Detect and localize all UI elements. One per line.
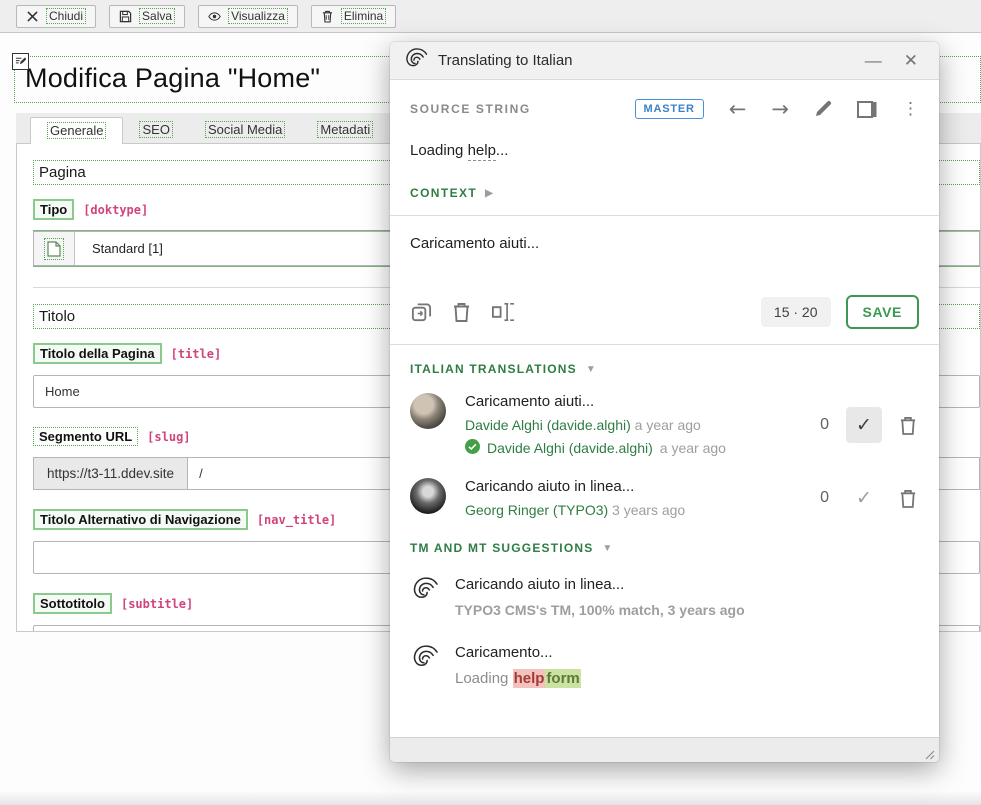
field-code-doktype: [doktype] <box>83 203 148 217</box>
save-translation-button[interactable]: SAVE <box>846 295 920 329</box>
crowdin-logo-icon <box>405 48 428 73</box>
field-code-slug: [slug] <box>147 430 190 444</box>
italian-translations-header[interactable]: ITALIAN TRANSLATIONS ▼ <box>410 362 919 376</box>
modal-header[interactable]: Translating to Italian — ✕ <box>390 42 939 80</box>
close-modal-icon[interactable]: ✕ <box>898 52 924 69</box>
field-label-nav-title: Titolo Alternativo di Navigazione <box>33 509 248 530</box>
field-label-slug: Segmento URL <box>33 427 138 446</box>
translation-text: Caricamento aiuti... <box>465 393 820 410</box>
suggestion-text: Caricamento... <box>455 644 581 661</box>
minimize-icon[interactable]: — <box>859 52 888 69</box>
diff-removed-text: help <box>513 669 546 688</box>
field-label-title: Titolo della Pagina <box>33 343 162 364</box>
source-string-text: Loading help... <box>410 142 919 159</box>
close-button[interactable]: Chiudi <box>16 5 96 28</box>
trash-icon <box>321 10 334 23</box>
translation-author[interactable]: Davide Alghi (davide.alghi) <box>465 417 631 433</box>
next-string-icon[interactable]: → <box>771 97 789 121</box>
delete-button[interactable]: Elimina <box>311 5 396 28</box>
docheader-toolbar: Chiudi Salva Visualizza Elimina <box>0 0 981 33</box>
suggestion-meta: TYPO3 CMS's TM, 100% match, 3 years ago <box>455 602 745 618</box>
tab-social-media[interactable]: Social Media <box>189 117 301 143</box>
avatar <box>410 478 446 514</box>
in-context-edit-icon[interactable] <box>12 53 29 70</box>
close-icon <box>26 10 39 23</box>
field-code-nav-title: [nav_title] <box>257 513 336 527</box>
tab-metadati[interactable]: Metadati <box>301 117 389 143</box>
approver-name[interactable]: Davide Alghi (davide.alghi) <box>487 440 653 456</box>
approved-check-circle-icon <box>465 439 480 457</box>
text-selection-icon[interactable] <box>490 301 515 323</box>
translation-author[interactable]: Georg Ringer (TYPO3) <box>465 502 608 518</box>
doktype-selected-value: Standard [1] <box>75 232 163 265</box>
suggestion-source-diff: Loading helpform <box>455 670 581 687</box>
translation-entry: Caricamento aiuti... Davide Alghi (david… <box>410 393 919 457</box>
delete-translation-icon[interactable] <box>899 488 917 509</box>
source-string-label: SOURCE STRING <box>410 102 531 116</box>
translation-text: Caricando aiuto in linea... <box>465 478 820 495</box>
crowdin-tm-icon <box>410 644 440 687</box>
char-counter: 15 · 20 <box>761 297 831 327</box>
edit-pencil-icon[interactable] <box>814 100 832 118</box>
clear-translation-icon[interactable] <box>452 301 471 323</box>
field-label-tipo: Tipo <box>33 199 74 220</box>
field-label-subtitle: Sottotitolo <box>33 593 112 614</box>
page-document-icon <box>44 238 64 260</box>
page-title-text: Modifica Pagina "Home" <box>25 63 320 93</box>
master-branch-badge[interactable]: MASTER <box>635 99 704 119</box>
glossary-term[interactable]: help <box>468 142 496 161</box>
tm-suggestion[interactable]: Caricamento... Loading helpform <box>410 644 919 687</box>
translation-time: 3 years ago <box>608 502 685 518</box>
tm-suggestion[interactable]: Caricando aiuto in linea... TYPO3 CMS's … <box>410 576 919 618</box>
modal-body: SOURCE STRING MASTER ← → ⋮ Loading help.… <box>390 80 939 737</box>
translation-textarea[interactable]: Caricamento aiuti... <box>410 216 919 295</box>
eye-icon <box>208 10 221 23</box>
chevron-right-icon: ▶ <box>485 188 494 199</box>
resize-handle[interactable] <box>924 747 935 758</box>
more-options-icon[interactable]: ⋮ <box>902 99 919 119</box>
slug-base-url: https://t3-11.ddev.site <box>33 457 187 490</box>
approve-button[interactable]: ✓ <box>846 480 882 516</box>
close-button-label: Chiudi <box>46 8 86 24</box>
previous-string-icon[interactable]: ← <box>729 97 747 121</box>
field-code-title: [title] <box>171 347 222 361</box>
field-code-subtitle: [subtitle] <box>121 597 193 611</box>
tm-suggestions-header[interactable]: TM AND MT SUGGESTIONS ▼ <box>410 541 919 555</box>
suggestion-text: Caricando aiuto in linea... <box>455 576 745 593</box>
modal-title: Translating to Italian <box>438 52 849 69</box>
translation-modal: Translating to Italian — ✕ SOURCE STRING… <box>390 42 939 762</box>
avatar <box>410 393 446 429</box>
tab-generale[interactable]: Generale <box>30 117 123 144</box>
copy-source-icon[interactable] <box>410 301 433 324</box>
chevron-down-icon: ▼ <box>602 543 613 554</box>
save-button[interactable]: Salva <box>109 5 185 28</box>
view-button[interactable]: Visualizza <box>198 5 298 28</box>
delete-translation-icon[interactable] <box>899 415 917 436</box>
modal-footer <box>390 737 939 762</box>
save-icon <box>119 10 132 23</box>
context-toggle[interactable]: CONTEXT ▶ <box>410 186 919 200</box>
save-button-label: Salva <box>139 8 175 24</box>
crowdin-tm-icon <box>410 576 440 618</box>
approve-button[interactable]: ✓ <box>846 407 882 443</box>
translation-entry: Caricando aiuto in linea... Georg Ringer… <box>410 478 919 518</box>
split-view-icon[interactable] <box>857 101 877 118</box>
approved-time: a year ago <box>660 440 726 456</box>
vote-count: 0 <box>820 416 829 434</box>
tab-seo[interactable]: SEO <box>123 117 188 143</box>
diff-added-text: form <box>545 669 580 688</box>
translation-time: a year ago <box>631 417 701 433</box>
vote-count: 0 <box>820 489 829 507</box>
delete-button-label: Elimina <box>341 8 386 24</box>
doktype-icon-cell <box>34 232 75 265</box>
chevron-down-icon: ▼ <box>586 364 597 375</box>
view-button-label: Visualizza <box>228 8 288 24</box>
